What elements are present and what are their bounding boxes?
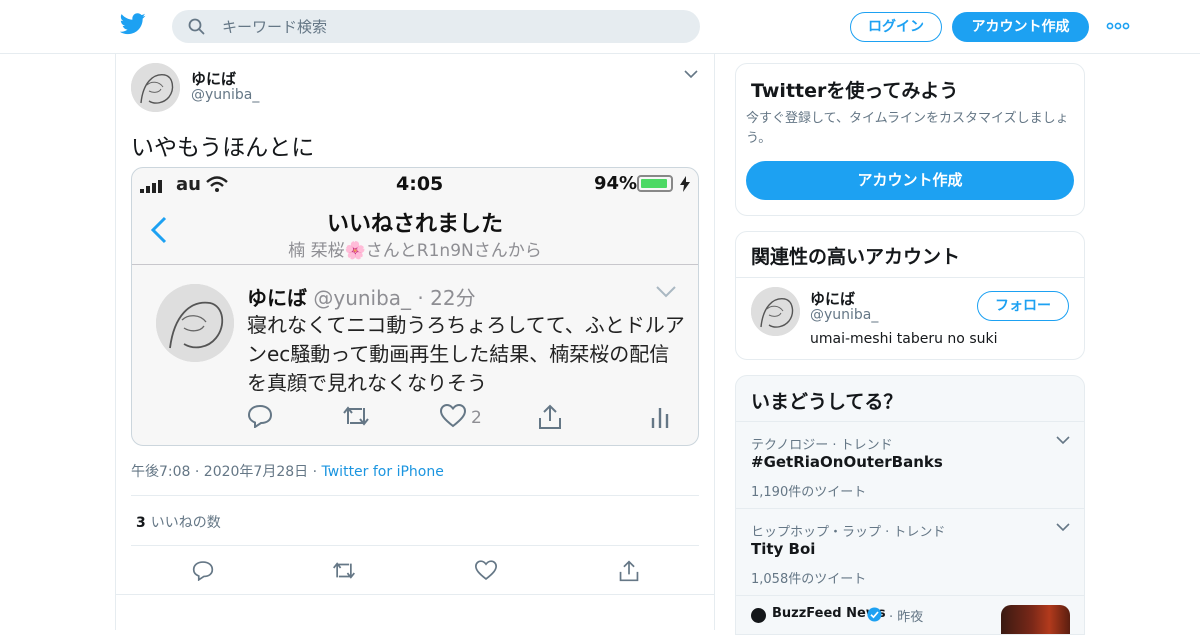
promo-title: Twitterを使ってみよう (751, 80, 959, 102)
related-bio: umai-meshi taberu no suki (810, 331, 998, 347)
search-input[interactable] (222, 10, 682, 43)
promo-signup-button[interactable]: アカウント作成 (746, 161, 1074, 200)
author-name[interactable]: ゆにば (191, 68, 236, 89)
inner-header: ゆにば @yuniba_ · 22分 (247, 282, 476, 311)
inner-name: ゆにば (247, 286, 307, 310)
inner-handle: @yuniba_ · 22分 (313, 286, 476, 310)
search-box[interactable] (172, 10, 700, 43)
trend-name: #GetRiaOnOuterBanks (751, 453, 943, 471)
signup-promo-card: Twitterを使ってみよう 今すぐ登録して、タイムラインをカスタマイズしましょ… (735, 63, 1085, 216)
chevron-down-icon[interactable] (1056, 523, 1070, 532)
attached-screenshot[interactable]: au 4:05 94% いいねされました 楠 栞桜🌸さんとR1n9Nさんから ゆ… (131, 167, 699, 446)
signup-button[interactable]: アカウント作成 (952, 12, 1089, 42)
divider (131, 495, 699, 496)
trend-name: Tity Boi (751, 540, 816, 558)
follow-button[interactable]: フォロー (977, 291, 1069, 321)
retweet-icon[interactable] (332, 560, 356, 581)
trends-title: いまどうしてる？ (751, 391, 903, 413)
analytics-icon (650, 404, 670, 430)
heart-icon (440, 404, 466, 428)
battery-percent: 94% (594, 173, 638, 194)
trends-card: いまどうしてる？ テクノロジー · トレンド #GetRiaOnOuterBan… (735, 375, 1085, 635)
reply-icon (247, 404, 273, 428)
divider (736, 277, 1084, 278)
divider (116, 594, 714, 595)
inner-like-count: 2 (471, 408, 482, 428)
author-avatar[interactable] (131, 63, 180, 112)
search-icon (188, 18, 205, 35)
likes-summary[interactable]: 3 いいねの数 (136, 512, 221, 532)
inner-avatar (156, 284, 234, 362)
login-button[interactable]: ログイン (850, 12, 942, 42)
related-avatar[interactable] (751, 287, 800, 336)
trend-category: ヒップホップ・ラップ · トレンド (751, 525, 946, 540)
twitter-bird-icon[interactable] (120, 13, 146, 39)
news-thumbnail (1001, 605, 1070, 634)
inner-action-bar: 2 (247, 404, 687, 434)
like-label: いいねの数 (150, 515, 221, 531)
divider (736, 595, 1084, 596)
related-handle[interactable]: @yuniba_ (810, 307, 878, 323)
charging-bolt-icon (680, 176, 690, 192)
author-handle[interactable]: @yuniba_ (191, 87, 259, 103)
signal-bars-icon (140, 180, 166, 193)
trend-item[interactable]: テクノロジー · トレンド #GetRiaOnOuterBanks 1,190件… (736, 422, 1084, 508)
share-icon (537, 404, 563, 430)
like-count: 3 (136, 515, 146, 531)
retweet-icon (342, 404, 370, 428)
tweet-detail: ゆにば @yuniba_ いやもうほんとに au 4:05 94% いいねされま… (115, 54, 715, 630)
liked-subtitle: 楠 栞桜🌸さんとR1n9Nさんから (288, 241, 542, 261)
verified-badge-icon (867, 607, 882, 622)
share-icon[interactable] (618, 560, 640, 582)
reply-icon[interactable] (192, 560, 214, 581)
battery-fill (641, 179, 668, 188)
trend-category: テクノロジー · トレンド (751, 438, 893, 453)
wifi-icon (206, 176, 228, 192)
heart-icon[interactable] (475, 560, 497, 581)
carrier-label: au (176, 174, 201, 195)
promo-description: 今すぐ登録して、タイムラインをカスタマイズしましょう。 (746, 111, 1069, 146)
trend-item[interactable]: ヒップホップ・ラップ · トレンド Tity Boi 1,058件のツイート (736, 509, 1084, 595)
related-accounts-card: 関連性の高いアカウント ゆにば @yuniba_ umai-meshi tabe… (735, 231, 1085, 360)
divider (131, 545, 699, 546)
trend-count: 1,190件のツイート (751, 485, 867, 500)
inner-tweet-text: 寝れなくてニコ動うろちょろしてて、ふとドルアンec騒動って動画再生した結果、楠栞… (247, 313, 685, 395)
chevron-down-icon[interactable] (1056, 436, 1070, 445)
liked-title: いいねされました (326, 212, 503, 237)
news-time: · 昨夜 (889, 610, 924, 625)
chevron-down-icon (656, 286, 676, 298)
buzzfeed-logo-icon (751, 608, 766, 623)
battery-icon (637, 175, 673, 192)
tweet-meta: 午後7:08 · 2020年7月28日 · Twitter for iPhone (131, 461, 444, 481)
tweet-timestamp[interactable]: 午後7:08 · 2020年7月28日 · (131, 464, 322, 480)
tweet-source-link[interactable]: Twitter for iPhone (322, 464, 444, 480)
chevron-down-icon[interactable] (684, 70, 698, 79)
divider (132, 264, 698, 265)
more-options-icon[interactable] (1106, 22, 1130, 30)
status-time: 4:05 (396, 173, 444, 195)
trend-count: 1,058件のツイート (751, 572, 867, 587)
related-title: 関連性の高いアカウント (751, 246, 961, 268)
top-navigation-bar: ログイン アカウント作成 (0, 0, 1200, 54)
tweet-text: いやもうほんとに (131, 135, 315, 161)
related-name[interactable]: ゆにば (810, 288, 855, 309)
